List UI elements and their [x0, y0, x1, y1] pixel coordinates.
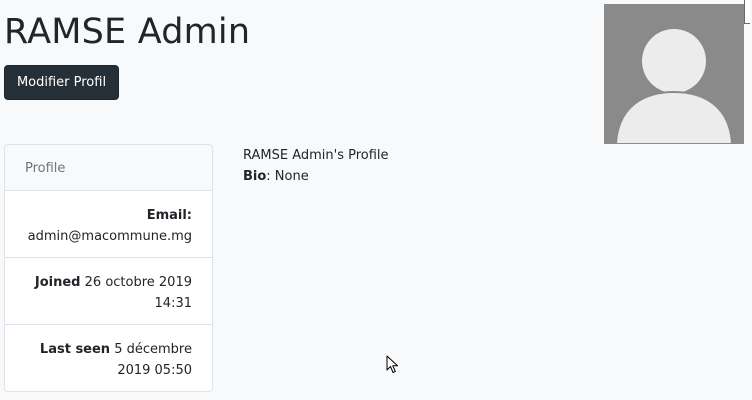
profile-card: Profile Email: admin@macommune.mg Joined…: [4, 144, 213, 392]
bio-value: : None: [266, 169, 309, 184]
mouse-pointer-icon: [386, 355, 398, 373]
joined-item: Joined 26 octobre 2019 14:31: [5, 258, 212, 325]
joined-value-time: 14:31: [154, 296, 192, 311]
joined-value-date: 26 octobre 2019: [84, 275, 192, 290]
last-seen-item: Last seen 5 décembre 2019 05:50: [5, 325, 212, 392]
profile-page: RAMSE Admin Modifier Profil Profile Emai…: [0, 0, 752, 400]
last-seen-value-date: 5 décembre: [114, 342, 192, 357]
edit-profile-button[interactable]: Modifier Profil: [4, 65, 119, 100]
bio-line: Bio: None: [243, 166, 389, 187]
window-edge-marker: [744, 0, 750, 24]
profile-heading: RAMSE Admin's Profile: [243, 148, 389, 163]
last-seen-value-time: 2019 05:50: [117, 363, 192, 378]
bio-label: Bio: [243, 169, 267, 184]
joined-label: Joined: [34, 275, 81, 290]
last-seen-label: Last seen: [39, 342, 111, 357]
avatar: [604, 4, 744, 144]
page-title: RAMSE Admin: [4, 12, 251, 52]
profile-card-header: Profile: [5, 145, 212, 191]
email-item: Email: admin@macommune.mg: [5, 191, 212, 258]
default-user-avatar-icon: [604, 4, 744, 144]
profile-details: RAMSE Admin's Profile Bio: None: [243, 145, 389, 187]
email-value: admin@macommune.mg: [27, 229, 192, 244]
email-label: Email:: [146, 208, 192, 223]
